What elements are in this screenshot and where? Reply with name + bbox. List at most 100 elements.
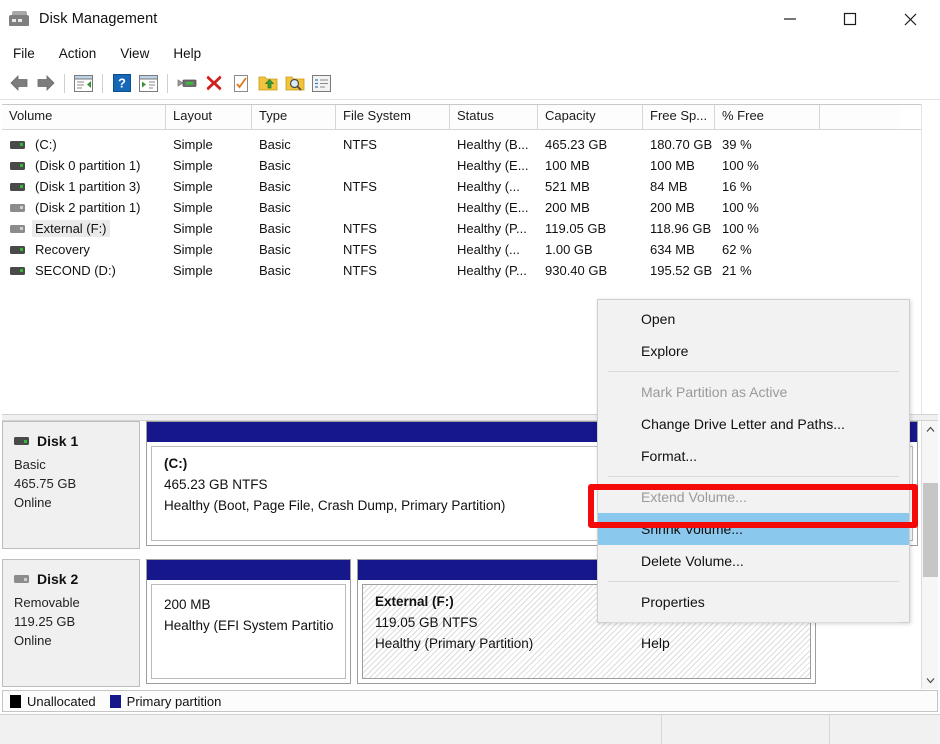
forward-arrow-icon[interactable] [32, 70, 59, 96]
disk-info-panel[interactable]: Disk 1Basic465.75 GBOnline [2, 421, 140, 549]
context-menu-item-shrink-volume[interactable]: Shrink Volume... [598, 513, 909, 545]
cell-free-space: 634 MB [643, 242, 715, 257]
cell-capacity: 930.40 GB [538, 263, 643, 278]
export-list-icon[interactable] [254, 70, 281, 96]
cell-percent-free: 39 % [715, 137, 820, 152]
context-menu-separator [608, 622, 899, 623]
column-header-percent-free[interactable]: % Free [715, 105, 820, 129]
table-row[interactable]: External (F:)SimpleBasicNTFSHealthy (P..… [2, 218, 938, 239]
cell-layout: Simple [166, 179, 252, 194]
cell-type: Basic [252, 221, 336, 236]
cell-capacity: 119.05 GB [538, 221, 643, 236]
context-menu-separator [608, 581, 899, 582]
toolbar-separator [102, 74, 103, 93]
partition-block[interactable]: 200 MBHealthy (EFI System Partitio [146, 559, 351, 684]
volume-name: (Disk 1 partition 3) [32, 178, 143, 195]
column-header-filler[interactable] [820, 105, 900, 129]
cell-status: Healthy (P... [450, 263, 538, 278]
menu-file[interactable]: File [2, 44, 46, 63]
table-row[interactable]: (Disk 1 partition 3)SimpleBasicNTFSHealt… [2, 176, 938, 197]
svg-text:?: ? [118, 76, 126, 91]
cell-layout: Simple [166, 137, 252, 152]
back-arrow-icon[interactable] [5, 70, 32, 96]
graphical-view-scrollbar[interactable] [921, 421, 938, 689]
context-menu-item-properties[interactable]: Properties [598, 586, 909, 618]
context-menu: OpenExplore Mark Partition as ActiveChang… [597, 299, 910, 623]
cell-free-space: 195.52 GB [643, 263, 715, 278]
scrollbar-thumb[interactable] [923, 483, 938, 577]
close-icon[interactable] [880, 0, 940, 38]
menu-view[interactable]: View [109, 44, 160, 63]
menu-bar: File Action View Help [0, 40, 940, 66]
volume-name: (Disk 0 partition 1) [32, 157, 143, 174]
cell-status: Healthy (E... [450, 158, 538, 173]
column-header-capacity[interactable]: Capacity [538, 105, 643, 129]
table-row[interactable]: (Disk 2 partition 1)SimpleBasicHealthy (… [2, 197, 938, 218]
context-menu-item-delete-volume[interactable]: Delete Volume... [598, 545, 909, 577]
maximize-icon[interactable] [820, 0, 880, 38]
properties-icon[interactable] [227, 70, 254, 96]
context-menu-item-format[interactable]: Format... [598, 440, 909, 472]
context-menu-item-help[interactable]: Help [598, 627, 909, 659]
volume-list-scrollbar[interactable] [921, 104, 938, 414]
disk-state: Online [14, 493, 139, 512]
disk-title: Disk 2 [14, 571, 139, 587]
toolbar: ? [0, 67, 940, 99]
column-header-status[interactable]: Status [450, 105, 538, 129]
disk-management-window: Disk Management File Action View Help [0, 0, 940, 744]
table-row[interactable]: RecoverySimpleBasicNTFSHealthy (...1.00 … [2, 239, 938, 260]
legend-swatch-primary-partition [110, 695, 121, 708]
cell-percent-free: 100 % [715, 158, 820, 173]
volume-drive-icon [10, 141, 25, 149]
context-menu-item-mark-partition-as-active: Mark Partition as Active [598, 376, 909, 408]
disk-title: Disk 1 [14, 433, 139, 449]
cell-volume: (Disk 2 partition 1) [2, 199, 166, 216]
help-icon[interactable]: ? [108, 70, 135, 96]
cell-type: Basic [252, 179, 336, 194]
search-folder-icon[interactable] [281, 70, 308, 96]
context-menu-item-change-drive-letter-and-paths[interactable]: Change Drive Letter and Paths... [598, 408, 909, 440]
disk-info-panel[interactable]: Disk 2Removable119.25 GBOnline [2, 559, 140, 687]
context-menu-item-open[interactable]: Open [598, 303, 909, 335]
disk-type: Basic [14, 455, 139, 474]
cell-volume: (Disk 0 partition 1) [2, 157, 166, 174]
context-menu-item-explore[interactable]: Explore [598, 335, 909, 367]
show-hide-console-tree-icon[interactable] [70, 70, 97, 96]
cell-volume: (Disk 1 partition 3) [2, 178, 166, 195]
cell-file-system: NTFS [336, 137, 450, 152]
disk-name: Disk 2 [37, 571, 78, 587]
volume-name: (C:) [32, 136, 60, 153]
window-title: Disk Management [39, 11, 157, 27]
table-row[interactable]: SECOND (D:)SimpleBasicNTFSHealthy (P...9… [2, 260, 938, 281]
minimize-icon[interactable] [760, 0, 820, 38]
volume-list-header: Volume Layout Type File System Status Ca… [2, 105, 938, 130]
cell-file-system: NTFS [336, 179, 450, 194]
column-header-volume[interactable]: Volume [2, 105, 166, 129]
volume-drive-icon [10, 225, 25, 233]
rescan-disks-icon[interactable] [173, 70, 200, 96]
menu-help[interactable]: Help [162, 44, 212, 63]
cell-status: Healthy (... [450, 242, 538, 257]
table-row[interactable]: (Disk 0 partition 1)SimpleBasicHealthy (… [2, 155, 938, 176]
cell-capacity: 521 MB [538, 179, 643, 194]
disk-name: Disk 1 [37, 433, 78, 449]
column-header-type[interactable]: Type [252, 105, 336, 129]
list-view-icon[interactable] [308, 70, 335, 96]
title-bar: Disk Management [0, 0, 940, 38]
scroll-up-arrow-icon[interactable] [922, 421, 939, 438]
menu-action[interactable]: Action [48, 44, 108, 63]
cell-file-system: NTFS [336, 221, 450, 236]
context-menu-item-extend-volume: Extend Volume... [598, 481, 909, 513]
cell-type: Basic [252, 242, 336, 257]
cell-layout: Simple [166, 221, 252, 236]
delete-icon[interactable] [200, 70, 227, 96]
show-hide-action-pane-icon[interactable] [135, 70, 162, 96]
table-row[interactable]: (C:)SimpleBasicNTFSHealthy (B...465.23 G… [2, 134, 938, 155]
scroll-down-arrow-icon[interactable] [922, 672, 939, 689]
volume-drive-icon [10, 183, 25, 191]
column-header-file-system[interactable]: File System [336, 105, 450, 129]
disk-state: Online [14, 631, 139, 650]
column-header-layout[interactable]: Layout [166, 105, 252, 129]
cell-layout: Simple [166, 242, 252, 257]
column-header-free-space[interactable]: Free Sp... [643, 105, 715, 129]
